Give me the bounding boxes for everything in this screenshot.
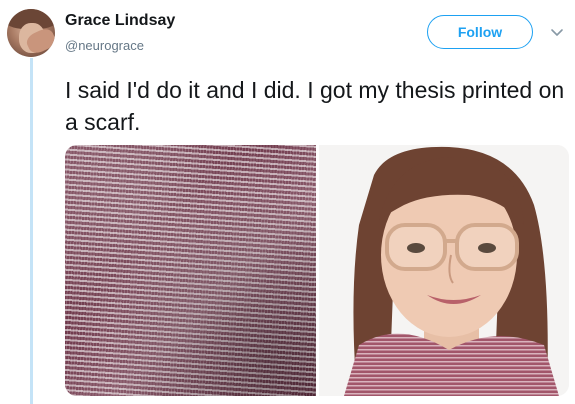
- scarf-photo[interactable]: [65, 145, 316, 396]
- tweet-text: I said I'd do it and I did. I got my the…: [65, 77, 565, 135]
- scarf-shading: [65, 145, 316, 396]
- avatar[interactable]: [7, 9, 55, 57]
- follow-button[interactable]: Follow: [427, 15, 533, 49]
- author-handle[interactable]: @neurograce: [65, 38, 144, 53]
- portrait-illustration: [319, 145, 569, 396]
- chevron-down-icon[interactable]: [550, 25, 564, 39]
- thread-line: [30, 58, 33, 404]
- author-name[interactable]: Grace Lindsay: [65, 12, 175, 30]
- portrait-photo[interactable]: [319, 145, 569, 396]
